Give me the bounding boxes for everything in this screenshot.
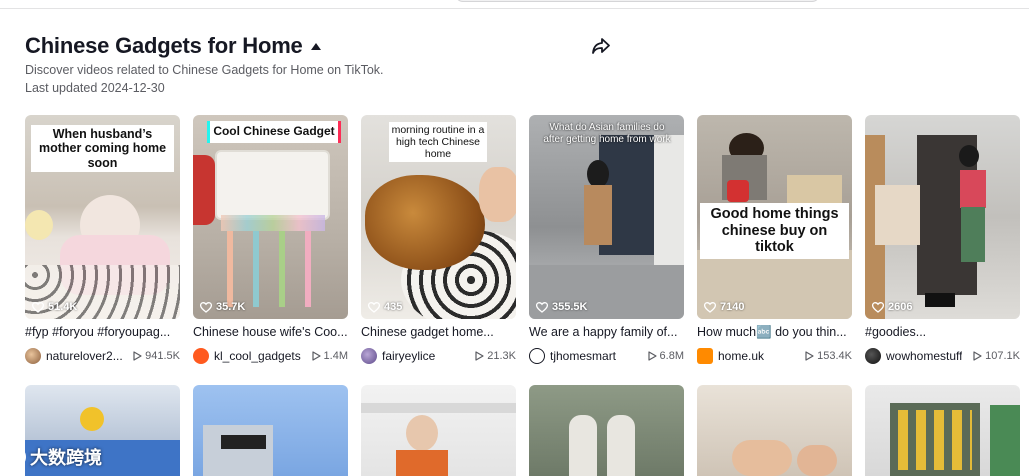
video-caption[interactable]: Chinese house wife's Coo... <box>193 325 348 339</box>
view-count-value: 35.7K <box>216 301 246 313</box>
video-thumbnail[interactable]: morning routine in a high tech Chinese h… <box>361 115 516 319</box>
play-count: 941.5K <box>133 350 193 362</box>
video-thumbnail[interactable] <box>865 385 1020 476</box>
video-meta: kl_cool_gadgets 1.4M <box>193 348 361 364</box>
play-count-value: 6.8M <box>659 350 684 362</box>
view-count: 35.7K <box>200 301 245 313</box>
shopping-bag-icon[interactable] <box>697 348 713 364</box>
play-count-value: 1.4M <box>323 350 348 362</box>
view-count: 355.5K <box>536 301 587 313</box>
page-title-row: Chinese Gadgets for Home <box>25 32 321 60</box>
view-count-value: 7140 <box>720 301 745 313</box>
play-count: 1.4M <box>311 350 361 362</box>
view-count-value: 51.4K <box>48 301 78 313</box>
video-overlay-text: What do Asian families do after getting … <box>543 122 671 145</box>
watermark-logo-icon <box>4 446 26 468</box>
share-icon[interactable] <box>591 37 611 55</box>
avatar[interactable] <box>193 348 209 364</box>
video-overlay-text: Good home things chinese buy on tiktok <box>700 203 849 260</box>
play-count: 107.1K <box>973 350 1029 362</box>
video-meta: naturelover2... 941.5K <box>25 348 193 364</box>
author-name[interactable]: wowhomestuff <box>886 349 962 363</box>
video-thumbnail[interactable] <box>193 385 348 476</box>
video-grid: When husband’s mother coming home soon 5… <box>25 115 1029 476</box>
play-count-value: 153.4K <box>817 350 852 362</box>
play-icon <box>647 351 657 361</box>
author-name[interactable]: naturelover2... <box>46 349 123 363</box>
top-nav-edge <box>0 0 1029 9</box>
play-count: 153.4K <box>805 350 865 362</box>
video-thumbnail[interactable]: Cool Chinese Gadget 35.7K <box>193 115 348 319</box>
author-name[interactable]: fairyeylice <box>382 349 435 363</box>
video-overlay-text: Cool Chinese Gadget <box>210 121 338 143</box>
play-icon <box>311 351 321 361</box>
play-count: 6.8M <box>647 350 697 362</box>
video-caption[interactable]: #goodies... <box>865 325 1020 339</box>
video-thumbnail[interactable]: When husband’s mother coming home soon 5… <box>25 115 180 319</box>
avatar[interactable] <box>529 348 545 364</box>
author-name[interactable]: kl_cool_gadgets <box>214 349 301 363</box>
view-count: 435 <box>368 301 402 313</box>
avatar[interactable] <box>865 348 881 364</box>
play-icon <box>475 351 484 361</box>
video-caption[interactable]: We are a happy family of... <box>529 325 684 339</box>
search-bar[interactable] <box>455 0 820 2</box>
author-name[interactable]: tjhomesmart <box>550 349 616 363</box>
play-count-value: 107.1K <box>985 350 1020 362</box>
video-thumbnail[interactable] <box>361 385 516 476</box>
view-count-value: 355.5K <box>552 301 588 313</box>
video-meta: wowhomestuff 107.1K <box>865 348 1029 364</box>
video-caption[interactable]: #fyp #foryou #foryoupag... <box>25 325 180 339</box>
play-icon <box>133 351 142 361</box>
video-overlay-text: When husband’s mother coming home soon <box>31 125 174 173</box>
play-icon <box>805 351 814 361</box>
video-thumbnail[interactable]: What do Asian families do after getting … <box>529 115 684 319</box>
view-count-value: 2606 <box>888 301 913 313</box>
video-meta: fairyeylice 21.3K <box>361 348 529 364</box>
view-count: 7140 <box>704 301 744 313</box>
video-thumbnail[interactable] <box>529 385 684 476</box>
avatar[interactable] <box>361 348 377 364</box>
video-meta: home.uk 153.4K <box>697 348 865 364</box>
watermark: 大数跨境 <box>4 444 102 470</box>
watermark-text: 大数跨境 <box>30 448 102 468</box>
video-caption[interactable]: How much🔤 do you thin... <box>697 325 852 340</box>
play-count-value: 941.5K <box>145 350 180 362</box>
view-count: 2606 <box>872 301 912 313</box>
page-description: Discover videos related to Chinese Gadge… <box>25 63 384 77</box>
video-meta: tjhomesmart 6.8M <box>529 348 697 364</box>
caret-up-icon[interactable] <box>310 42 321 50</box>
video-thumbnail[interactable] <box>697 385 852 476</box>
video-thumbnail[interactable]: Good home things chinese buy on tiktok 7… <box>697 115 852 319</box>
last-updated: Last updated 2024-12-30 <box>25 81 165 95</box>
video-overlay-text: morning routine in a high tech Chinese h… <box>389 122 487 163</box>
video-thumbnail[interactable]: 2606 <box>865 115 1020 319</box>
avatar[interactable] <box>25 348 41 364</box>
page-title: Chinese Gadgets for Home <box>25 33 303 58</box>
play-count: 21.3K <box>475 350 529 362</box>
author-name[interactable]: home.uk <box>718 349 764 363</box>
play-icon <box>973 351 982 361</box>
view-count: 51.4K <box>32 301 77 313</box>
view-count-value: 435 <box>384 301 403 313</box>
video-caption[interactable]: Chinese gadget home... <box>361 325 516 339</box>
play-count-value: 21.3K <box>487 350 516 362</box>
